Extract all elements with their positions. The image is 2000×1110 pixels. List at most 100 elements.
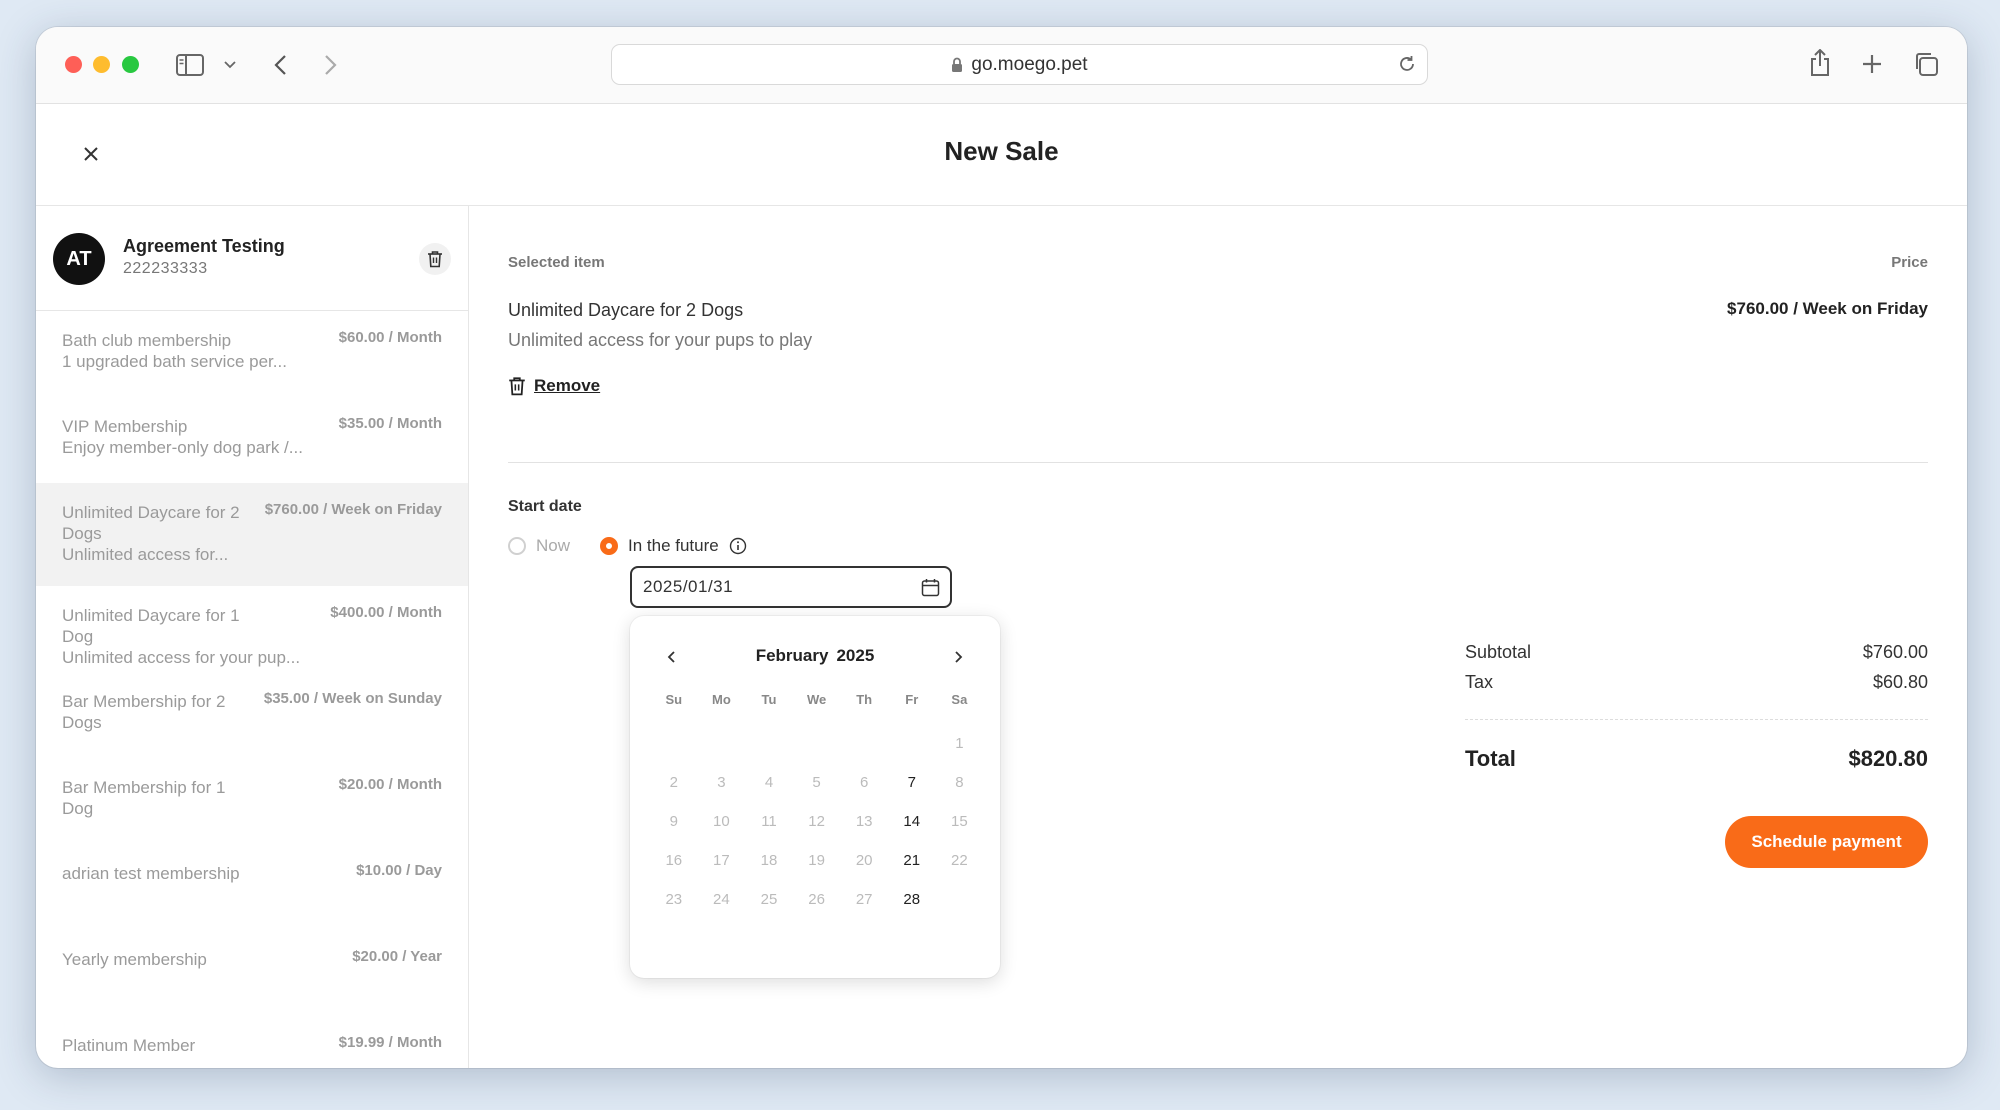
- membership-description: 1 upgraded bath service per...: [62, 352, 287, 371]
- calendar-day-16: 16: [665, 852, 683, 869]
- membership-name: VIP Membership: [62, 417, 188, 436]
- radio-now-label: Now: [536, 536, 571, 555]
- membership-description: Unlimited access for your pup...: [62, 648, 301, 667]
- selected-item-price: $760.00 / Week on Friday: [1727, 299, 1928, 318]
- total-row: Total $820.80: [1465, 746, 1928, 772]
- calendar-day-6: 6: [860, 774, 869, 791]
- new-tab-icon[interactable]: [1859, 51, 1885, 77]
- calendar-blank: [840, 724, 888, 763]
- calendar-blank: [650, 724, 698, 763]
- minimize-window-button[interactable]: [93, 56, 110, 73]
- price-label: Price: [1891, 254, 1928, 271]
- radio-now[interactable]: Now: [508, 536, 570, 556]
- calendar-day-19: 19: [808, 852, 825, 869]
- calendar-day-12: 12: [808, 813, 825, 830]
- share-icon[interactable]: [1807, 48, 1833, 78]
- sale-details: Selected item Price Unlimited Daycare fo…: [469, 206, 1967, 1068]
- calendar-day-26: 26: [808, 891, 825, 908]
- membership-name: adrian test membership: [62, 864, 240, 883]
- membership-item[interactable]: Unlimited Daycare for 1 Dog $400.00 / Mon…: [36, 586, 468, 672]
- subtotal-value: $760.00: [1862, 642, 1928, 662]
- membership-sidebar: AT Agreement Testing 222233333 Bath club…: [36, 206, 469, 1068]
- chevron-down-icon[interactable]: [222, 57, 238, 73]
- membership-item[interactable]: Bar Membership for 1 Dog $20.00 / Month: [36, 758, 468, 844]
- calendar-day-14[interactable]: 14: [888, 802, 936, 841]
- weekday-label: Fr: [905, 692, 919, 707]
- radio-future-label: In the future: [628, 536, 719, 555]
- schedule-payment-button[interactable]: Schedule payment: [1725, 816, 1928, 868]
- membership-price: $20.00 / Year: [352, 948, 442, 965]
- browser-window: go.moego.pet New Sale AT Agreement Testi…: [36, 27, 1967, 1068]
- membership-name: Yearly membership: [62, 950, 207, 969]
- weekday-label: Sa: [951, 692, 968, 707]
- calendar-blank: [793, 724, 841, 763]
- calendar-blank: [745, 724, 793, 763]
- membership-item[interactable]: Unlimited Daycare for 2 Dogs $760.00 / We…: [36, 483, 468, 586]
- membership-item[interactable]: Yearly membership $20.00 / Year: [36, 930, 468, 1016]
- radio-in-the-future[interactable]: In the future: [600, 536, 747, 556]
- radio-future-indicator: [600, 537, 618, 555]
- forward-icon[interactable]: [319, 52, 343, 78]
- calendar-day-9: 9: [669, 813, 678, 830]
- totals-divider: [1465, 719, 1928, 720]
- membership-name: Unlimited Daycare for 2 Dogs: [62, 503, 240, 543]
- membership-price: $19.99 / Month: [338, 1034, 442, 1051]
- zoom-window-button[interactable]: [122, 56, 139, 73]
- next-month-button[interactable]: [948, 646, 970, 668]
- start-date-label: Start date: [508, 498, 582, 515]
- page-title: New Sale: [944, 136, 1059, 166]
- start-date-value: 2025/01/31: [643, 577, 734, 596]
- trash-icon: [509, 377, 525, 396]
- calendar-day-17: 17: [713, 852, 730, 869]
- remove-item-button[interactable]: Remove: [508, 376, 600, 396]
- membership-name: Platinum Member: [62, 1036, 196, 1055]
- calendar-day-8: 8: [955, 774, 964, 791]
- total-label: Total: [1465, 746, 1516, 771]
- remove-client-button[interactable]: [419, 243, 451, 275]
- membership-description: Unlimited access for...: [62, 545, 229, 564]
- sidebar-toggle-icon[interactable]: [175, 52, 205, 78]
- info-icon[interactable]: [729, 537, 747, 555]
- client-phone: 222233333: [123, 260, 208, 277]
- membership-item[interactable]: VIP Membership $35.00 / Month Enjoy member…: [36, 397, 468, 483]
- membership-price: $35.00 / Week on Sunday: [263, 690, 442, 707]
- calendar-blank: [698, 724, 746, 763]
- selected-item-name: Unlimited Daycare for 2 Dogs: [508, 300, 744, 320]
- calendar-icon[interactable]: [921, 578, 940, 597]
- total-value: $820.80: [1848, 746, 1928, 771]
- calendar-day-23: 23: [665, 891, 683, 908]
- trash-icon: [428, 251, 442, 268]
- close-window-button[interactable]: [65, 56, 82, 73]
- membership-item[interactable]: Platinum Member $19.99 / Month: [36, 1016, 468, 1068]
- tax-value: $60.80: [1872, 672, 1928, 692]
- calendar-year: 2025: [836, 646, 875, 665]
- membership-item[interactable]: Bar Membership for 2 Dogs $35.00 / Week o…: [36, 672, 468, 758]
- address-bar[interactable]: go.moego.pet: [611, 44, 1428, 85]
- membership-item[interactable]: adrian test membership $10.00 / Day: [36, 844, 468, 930]
- chevron-right-icon: [955, 651, 963, 663]
- membership-name: Unlimited Daycare for 1 Dog: [62, 606, 240, 646]
- membership-item[interactable]: Bath club membership $60.00 / Month 1 upgr…: [36, 311, 468, 397]
- back-icon[interactable]: [268, 52, 292, 78]
- weekday-label: Tu: [761, 692, 777, 707]
- weekday-label: We: [806, 692, 827, 707]
- membership-price: $760.00 / Week on Friday: [264, 501, 442, 518]
- subtotal-label: Subtotal: [1465, 642, 1532, 662]
- calendar-day-28[interactable]: 28: [888, 880, 936, 919]
- calendar-day-7[interactable]: 7: [888, 763, 936, 802]
- weekday-label: Su: [665, 692, 683, 707]
- calendar-day-4: 4: [764, 774, 774, 791]
- start-date-input[interactable]: 2025/01/31: [630, 566, 952, 608]
- tax-label: Tax: [1465, 672, 1494, 692]
- tabs-overview-icon[interactable]: [1912, 50, 1940, 78]
- reload-icon[interactable]: [1397, 54, 1417, 74]
- client-name: Agreement Testing: [123, 236, 285, 256]
- calendar-month-title: February 2025: [630, 646, 1000, 666]
- lock-icon: [952, 57, 963, 72]
- calendar-day-21[interactable]: 21: [888, 841, 936, 880]
- membership-price: $20.00 / Month: [338, 776, 442, 793]
- calendar-day-24: 24: [713, 891, 730, 908]
- membership-name: Bar Membership for 2 Dogs: [62, 692, 226, 732]
- calendar-day-2: 2: [669, 774, 678, 791]
- url-text: go.moego.pet: [971, 53, 1088, 75]
